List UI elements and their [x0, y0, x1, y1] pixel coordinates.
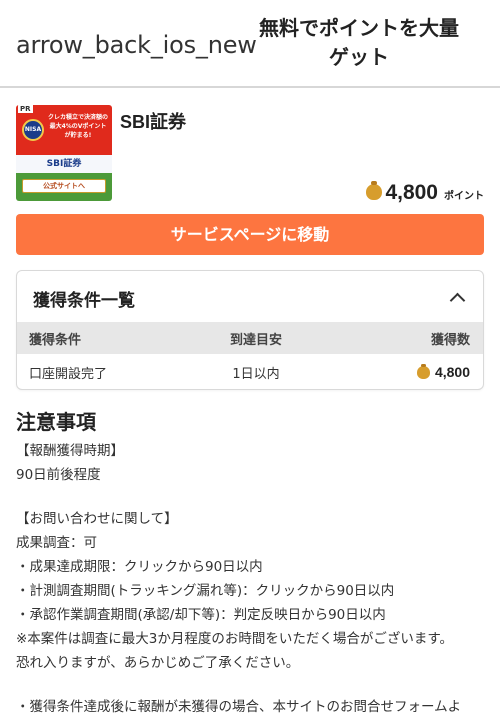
point-coin-icon [366, 181, 383, 200]
estimate-column-header: 到達目安 [229, 332, 282, 348]
notes-line: ・成果達成期限：クリックから90日以内 [16, 559, 263, 575]
conditions-title: 獲得条件一覧 [33, 291, 135, 311]
notes-title: 注意事項 [16, 410, 96, 434]
app-header: arrow_back_ios_new 無料でポイントを大量ゲット [0, 0, 500, 88]
reward-column-header: 獲得数 [430, 332, 470, 348]
condition-cell: 口座開設完了 [29, 366, 108, 382]
table-row: 口座開設完了 1日以内 4,800 [17, 354, 483, 389]
notes-spacer [16, 487, 486, 507]
chevron-up-icon[interactable] [450, 292, 462, 304]
page-title: 無料でポイントを大量ゲット [259, 16, 459, 69]
conditions-card: 獲得条件一覧 獲得条件 到達目安 獲得数 口座開設完了 1日以内 4,800 [16, 270, 484, 390]
back-button[interactable]: arrow_back_ios_new [16, 31, 257, 59]
notes-line: ・計測調査期間(トラッキング漏れ等)：クリックから90日以内 [16, 583, 395, 599]
pr-label: PR [18, 105, 33, 113]
reward-value: 4,800 [385, 181, 438, 204]
notes-line: ・承認作業調査期間(承認/却下等)：判定反映日から90日以内 [16, 607, 386, 623]
notes-line: 【お問い合わせに関して】 [16, 511, 178, 527]
condition-column-header: 獲得条件 [29, 332, 82, 348]
service-page-button[interactable]: サービスページに移動 [16, 214, 484, 255]
offer-banner-image[interactable]: PR NISA クレカ積立で決済額の最大4%のVポイントが貯まる! SBI証券 … [16, 105, 112, 201]
notes-line: ※本案件は調査に最大3か月程度のお時間をいただく場合がございます。 [16, 631, 454, 647]
estimate-cell: 1日以内 [232, 366, 280, 382]
nisa-badge-icon: NISA [22, 119, 44, 141]
reward-cell: 4,800 [306, 363, 483, 380]
service-name: SBI証券 [120, 112, 187, 132]
banner-copy: クレカ積立で決済額の最大4%のVポイントが貯まる! [47, 114, 108, 139]
notes-line: ・獲得条件達成後に報酬が未獲得の場合、本サイトのお問合せフォームよ [16, 699, 462, 715]
notes-section: 注意事項 【報酬獲得時期】 90日前後程度 【お問い合わせに関して】 成果調査：… [16, 406, 486, 719]
reward-summary: 4,800 ポイント [366, 181, 484, 205]
sbi-logo: SBI証券 [16, 155, 112, 173]
point-coin-icon [416, 363, 430, 379]
reward-unit: ポイント [444, 191, 484, 202]
notes-spacer [16, 675, 486, 695]
conditions-table-header: 獲得条件 到達目安 獲得数 [17, 322, 483, 354]
notes-line: 90日前後程度 [16, 467, 101, 483]
official-site-banner-button[interactable]: 公式サイトへ [22, 179, 106, 193]
row-reward-value: 4,800 [434, 364, 470, 380]
conditions-header[interactable]: 獲得条件一覧 [17, 271, 483, 322]
notes-line: 成果調査：可 [16, 535, 97, 551]
notes-line: 恐れ入りますが、あらかじめご了承ください。 [16, 655, 300, 671]
notes-line: 【報酬獲得時期】 [16, 443, 124, 459]
